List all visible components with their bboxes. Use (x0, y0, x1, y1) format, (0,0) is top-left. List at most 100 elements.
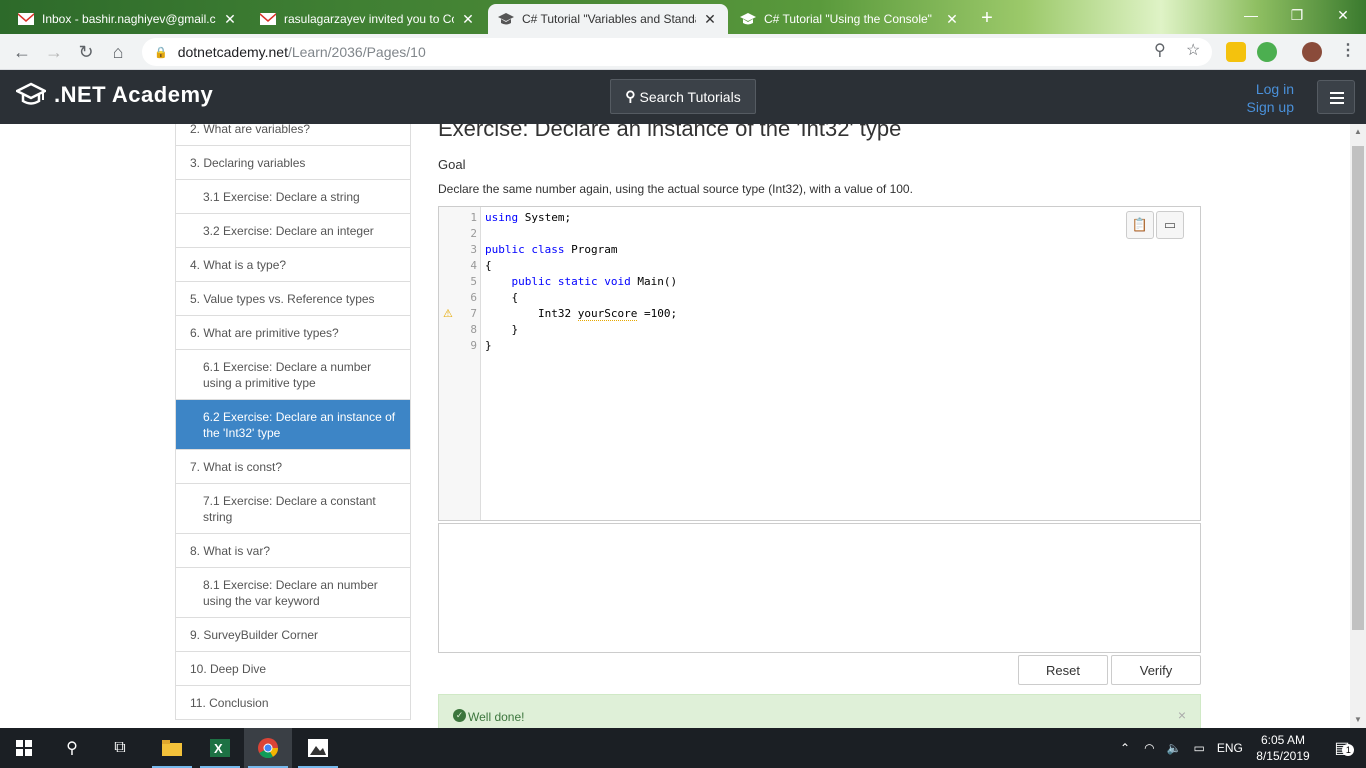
line-number: 9 (470, 339, 477, 352)
warning-icon[interactable]: ⚠ (443, 308, 455, 320)
code-token: { (485, 291, 519, 304)
sidebar-item[interactable]: 8.1 Exercise: Declare an number using th… (176, 568, 410, 618)
code-line[interactable]: { (485, 290, 1085, 306)
zoom-icon[interactable]: ⚲ (1154, 40, 1166, 60)
sidebar-item[interactable]: 6.2 Exercise: Declare an instance of the… (176, 400, 410, 450)
sidebar-item[interactable]: 4. What is a type? (176, 248, 410, 282)
success-alert: ✓ Well done! × (438, 694, 1201, 728)
sidebar-item[interactable]: 7.1 Exercise: Declare a constant string (176, 484, 410, 534)
wifi-icon[interactable]: ◠ (1144, 741, 1154, 755)
code-editor[interactable]: 1 2 3 4 5 6 7 ⚠ 8 9 📋 ▭ using System; public class… (438, 206, 1201, 521)
code-line[interactable]: using System; (485, 210, 1085, 226)
restore-button[interactable]: ❐ (1274, 0, 1320, 30)
code-token: } (485, 323, 519, 336)
sidebar-item[interactable]: 6.1 Exercise: Declare a number using a p… (176, 350, 410, 400)
close-icon[interactable]: × (1178, 707, 1186, 723)
system-clock[interactable]: 6:05 AM 8/15/2019 (1248, 732, 1318, 764)
code-token: } (485, 339, 492, 352)
code-line[interactable]: public static void Main() (485, 274, 1085, 290)
scroll-down-icon[interactable]: ▼ (1350, 712, 1366, 728)
search-tutorials-button[interactable]: ⚲ Search Tutorials (610, 79, 756, 114)
home-icon[interactable]: ⌂ (106, 40, 130, 64)
site-logo[interactable]: .NET Academy (16, 82, 213, 108)
sidebar-item[interactable]: 9. SurveyBuilder Corner (176, 618, 410, 652)
clipboard-icon[interactable]: 📋 (1126, 211, 1154, 239)
windows-start-icon[interactable] (0, 728, 48, 768)
code-keyword: public (485, 243, 525, 256)
tab-gmail-invite[interactable]: rasulagarzayev invited you to Co ✕ (250, 4, 486, 34)
sidebar-item[interactable]: 11. Conclusion (176, 686, 410, 720)
bookmark-star-icon[interactable]: ☆ (1186, 40, 1200, 60)
battery-icon[interactable]: ▭ (1194, 741, 1205, 755)
sidebar-item[interactable]: 3. Declaring variables (176, 146, 410, 180)
login-link[interactable]: Log in (1247, 80, 1294, 98)
excel-icon[interactable]: X (196, 728, 244, 768)
code-token: =100; (637, 307, 678, 320)
graduation-cap-icon (498, 11, 514, 27)
close-icon[interactable]: ✕ (702, 11, 718, 28)
code-line[interactable] (485, 226, 1085, 242)
code-line[interactable]: Int32 yourScore =100; (485, 306, 1085, 322)
notification-count: 1 (1342, 744, 1355, 756)
extension-icon[interactable] (1257, 42, 1277, 62)
extension-icon[interactable] (1226, 42, 1246, 62)
tab-title: C# Tutorial "Using the Console" (764, 12, 932, 26)
chrome-icon[interactable] (244, 728, 292, 768)
search-icon[interactable]: ⚲ (48, 728, 96, 768)
forward-icon[interactable]: → (42, 40, 66, 64)
tab-console-tutorial[interactable]: C# Tutorial "Using the Console" ✕ (730, 4, 970, 34)
minimize-button[interactable]: — (1228, 0, 1274, 30)
code-line[interactable]: { (485, 258, 1085, 274)
address-bar[interactable]: 🔒 dotnetcademy.net/Learn/2036/Pages/10 (142, 38, 1212, 66)
windows-taskbar: ⚲ ⧉ X ⌃ ◠ 🔈 ▭ ENG 6:05 AM 8/15/2019 ▤1 (0, 728, 1366, 768)
sidebar-item[interactable]: 3.1 Exercise: Declare a string (176, 180, 410, 214)
code-line[interactable]: } (485, 338, 1085, 354)
chevron-up-icon[interactable]: ⌃ (1120, 741, 1130, 755)
tab-title: Inbox - bashir.naghiyev@gmail.com (42, 12, 216, 26)
close-icon[interactable]: ✕ (460, 11, 476, 28)
reset-button[interactable]: Reset (1018, 655, 1108, 685)
close-window-button[interactable]: ✕ (1320, 0, 1366, 30)
language-indicator[interactable]: ENG (1217, 741, 1243, 755)
task-view-icon[interactable]: ⧉ (96, 728, 144, 768)
gmail-icon (260, 11, 276, 27)
alert-message: Well done! (468, 710, 525, 724)
browser-menu-icon[interactable]: ⋮ (1340, 40, 1356, 60)
tab-gmail-inbox[interactable]: Inbox - bashir.naghiyev@gmail.com ✕ (8, 4, 248, 34)
back-icon[interactable]: ← (10, 40, 34, 64)
auth-links: Log in Sign up (1247, 80, 1294, 116)
code-keyword: class (531, 243, 565, 256)
goal-description: Declare the same number again, using the… (438, 182, 913, 196)
new-tab-button[interactable]: + (976, 7, 998, 29)
goal-heading: Goal (438, 157, 466, 172)
code-line[interactable]: } (485, 322, 1085, 338)
sidebar-item[interactable]: 3.2 Exercise: Declare an integer (176, 214, 410, 248)
scroll-up-icon[interactable]: ▲ (1350, 124, 1366, 140)
hamburger-menu-button[interactable] (1317, 80, 1355, 114)
file-explorer-icon[interactable] (148, 728, 196, 768)
code-line[interactable]: public class Program (485, 242, 1085, 258)
tab-title: C# Tutorial "Variables and Standa (522, 12, 696, 26)
sidebar-item[interactable]: 7. What is const? (176, 450, 410, 484)
verify-button[interactable]: Verify (1111, 655, 1201, 685)
photos-icon[interactable] (294, 728, 342, 768)
page-scrollbar[interactable]: ▲ ▼ (1350, 124, 1366, 728)
code-token: Main() (630, 275, 678, 288)
profile-avatar[interactable] (1302, 42, 1322, 62)
clock-date: 8/15/2019 (1256, 749, 1310, 763)
fullscreen-icon[interactable]: ▭ (1156, 211, 1184, 239)
sidebar-item[interactable]: 10. Deep Dive (176, 652, 410, 686)
reload-icon[interactable]: ↻ (74, 40, 98, 64)
sidebar-item[interactable]: 2. What are variables? (176, 124, 410, 146)
sidebar-item[interactable]: 5. Value types vs. Reference types (176, 282, 410, 316)
notifications-icon[interactable]: ▤1 (1318, 728, 1366, 768)
scrollbar-thumb[interactable] (1352, 146, 1364, 630)
close-icon[interactable]: ✕ (944, 11, 960, 28)
sidebar-item[interactable]: 6. What are primitive types? (176, 316, 410, 350)
code-token: yourScore (577, 307, 638, 321)
close-icon[interactable]: ✕ (222, 11, 238, 28)
tab-variables-tutorial[interactable]: C# Tutorial "Variables and Standa ✕ (488, 4, 728, 34)
volume-muted-icon[interactable]: 🔈 (1167, 741, 1182, 755)
signup-link[interactable]: Sign up (1247, 98, 1294, 116)
sidebar-item[interactable]: 8. What is var? (176, 534, 410, 568)
